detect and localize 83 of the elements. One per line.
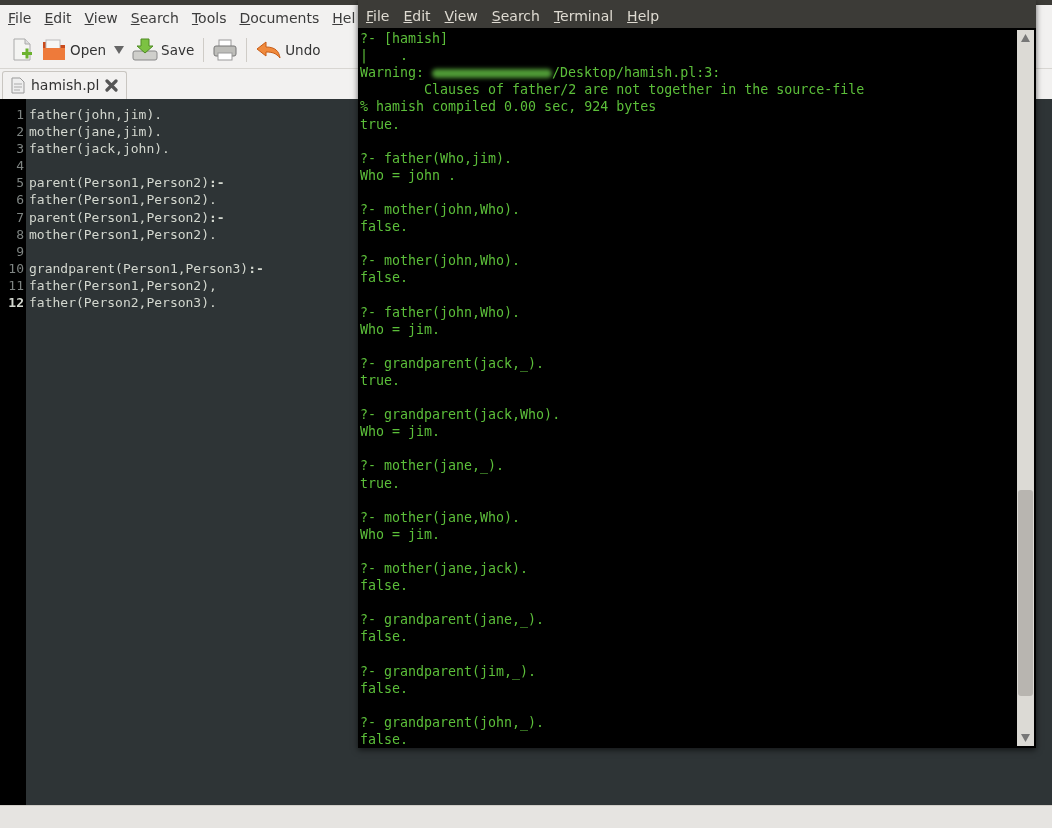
document-plus-icon: [11, 38, 33, 62]
download-drive-icon: [132, 38, 159, 62]
line-number: 4: [15, 157, 25, 175]
code-line: father(jack,john).: [29, 140, 170, 158]
terminal-line: ?- mother(jane,Who).: [359, 508, 522, 526]
scrollbar[interactable]: [1017, 30, 1034, 746]
menu-item[interactable]: File: [366, 5, 390, 27]
terminal-line: ?- grandparent(jane,_).: [359, 611, 546, 629]
folder-icon: [41, 38, 67, 62]
menu-item[interactable]: Search: [491, 5, 540, 27]
terminal-line: Who = jim.: [359, 320, 442, 338]
line-number: 5: [15, 174, 25, 192]
file-tab[interactable]: hamish.pl: [2, 71, 128, 99]
close-tab-button[interactable]: [105, 79, 119, 92]
code-line: parent(Person1,Person2):-: [29, 208, 225, 226]
terminal-line: Clauses of father/2 are not together in the source-file: [423, 81, 866, 99]
terminal-line: ?- mother(jane,_).: [359, 457, 506, 475]
terminal-line: true.: [359, 474, 402, 492]
caret-icon: [114, 46, 125, 54]
terminal-line: false.: [359, 218, 410, 236]
menu-item[interactable]: Search: [130, 8, 179, 29]
scroll-down-icon[interactable]: [1021, 734, 1030, 742]
line-number: 1: [15, 106, 25, 124]
line-number: 9: [15, 242, 25, 260]
code-line: mother(Person1,Person2).: [29, 225, 217, 243]
code-line: grandparent(Person1,Person3):-: [29, 259, 264, 277]
code-line: parent(Person1,Person2):-: [29, 174, 225, 192]
menu-item[interactable]: Edit: [44, 8, 72, 29]
menu-item[interactable]: File: [8, 8, 32, 29]
line-number: 12: [7, 294, 25, 312]
menu-item[interactable]: View: [84, 8, 118, 29]
tab-label: hamish.pl: [31, 76, 100, 95]
terminal-line: ?- grandparent(jack,Who).: [359, 406, 562, 424]
menu-item[interactable]: Hel: [332, 8, 356, 29]
terminal-line: ?- mother(jane,jack).: [359, 559, 530, 578]
terminal-line: true.: [359, 115, 402, 133]
terminal-line: false.: [359, 577, 410, 595]
menu-item[interactable]: Terminal: [553, 5, 614, 27]
terminal-line: false.: [359, 628, 410, 646]
terminal-line: ?- mother(john,Who).: [359, 201, 522, 219]
menu-item[interactable]: Help: [627, 5, 660, 27]
terminal-line: ?- grandparent(john,_).: [359, 713, 546, 731]
line-number: 8: [15, 225, 25, 243]
code-line: father(Person2,Person3).: [29, 294, 217, 312]
undo-button[interactable]: Undo: [253, 37, 324, 63]
scrollbar-thumb[interactable]: [1018, 490, 1033, 697]
line-number: 6: [15, 191, 25, 209]
line-number: 10: [7, 259, 25, 277]
terminal-line: false.: [359, 269, 410, 287]
code-line: father(Person1,Person2),: [29, 276, 217, 295]
scroll-up-icon[interactable]: [1021, 34, 1030, 43]
line-number: 7: [15, 208, 25, 226]
open-button[interactable]: Open: [38, 36, 110, 64]
line-number: 2: [15, 123, 25, 141]
save-button[interactable]: Save: [129, 36, 198, 64]
terminal-text: /Desktop/hamish.pl:3:: [552, 65, 721, 81]
terminal-line: ?- grandparent(jack,_).: [359, 354, 546, 372]
terminal-line: Who = jim.: [359, 423, 442, 441]
terminal-line: true.: [359, 372, 402, 390]
terminal-line: ?- father(Who,jim).: [359, 149, 514, 167]
printer-icon: [213, 39, 238, 61]
menu-item[interactable]: Edit: [403, 5, 431, 27]
terminal-line: false.: [359, 731, 410, 748]
menu-item[interactable]: Tools: [191, 8, 227, 29]
line-number: 3: [15, 140, 25, 158]
terminal-line: ?- father(john,Who).: [359, 303, 522, 321]
terminal-line: false.: [359, 680, 410, 697]
line-number: 11: [7, 276, 25, 295]
menu-item[interactable]: Documents: [239, 8, 320, 29]
terminal-line: ?- grandparent(jim,_).: [359, 662, 538, 680]
terminal-text: Warning:: [360, 65, 426, 81]
terminal-line: ?- mother(john,Who).: [359, 252, 522, 270]
terminal-line: Who = john .: [359, 166, 458, 184]
terminal-line: | .: [359, 47, 410, 65]
code-line: mother(jane,jim).: [29, 123, 163, 141]
code-line: father(john,jim).: [29, 106, 163, 124]
terminal-line: ?- [hamish]: [359, 30, 450, 48]
undo-arrow-icon: [256, 40, 283, 60]
menu-item[interactable]: View: [444, 5, 478, 27]
code-line: father(Person1,Person2).: [29, 191, 217, 209]
document-icon: [11, 77, 25, 94]
terminal-line: % hamish compiled 0.00 sec, 924 bytes: [359, 98, 658, 116]
terminal-line: Who = jim.: [359, 525, 442, 543]
